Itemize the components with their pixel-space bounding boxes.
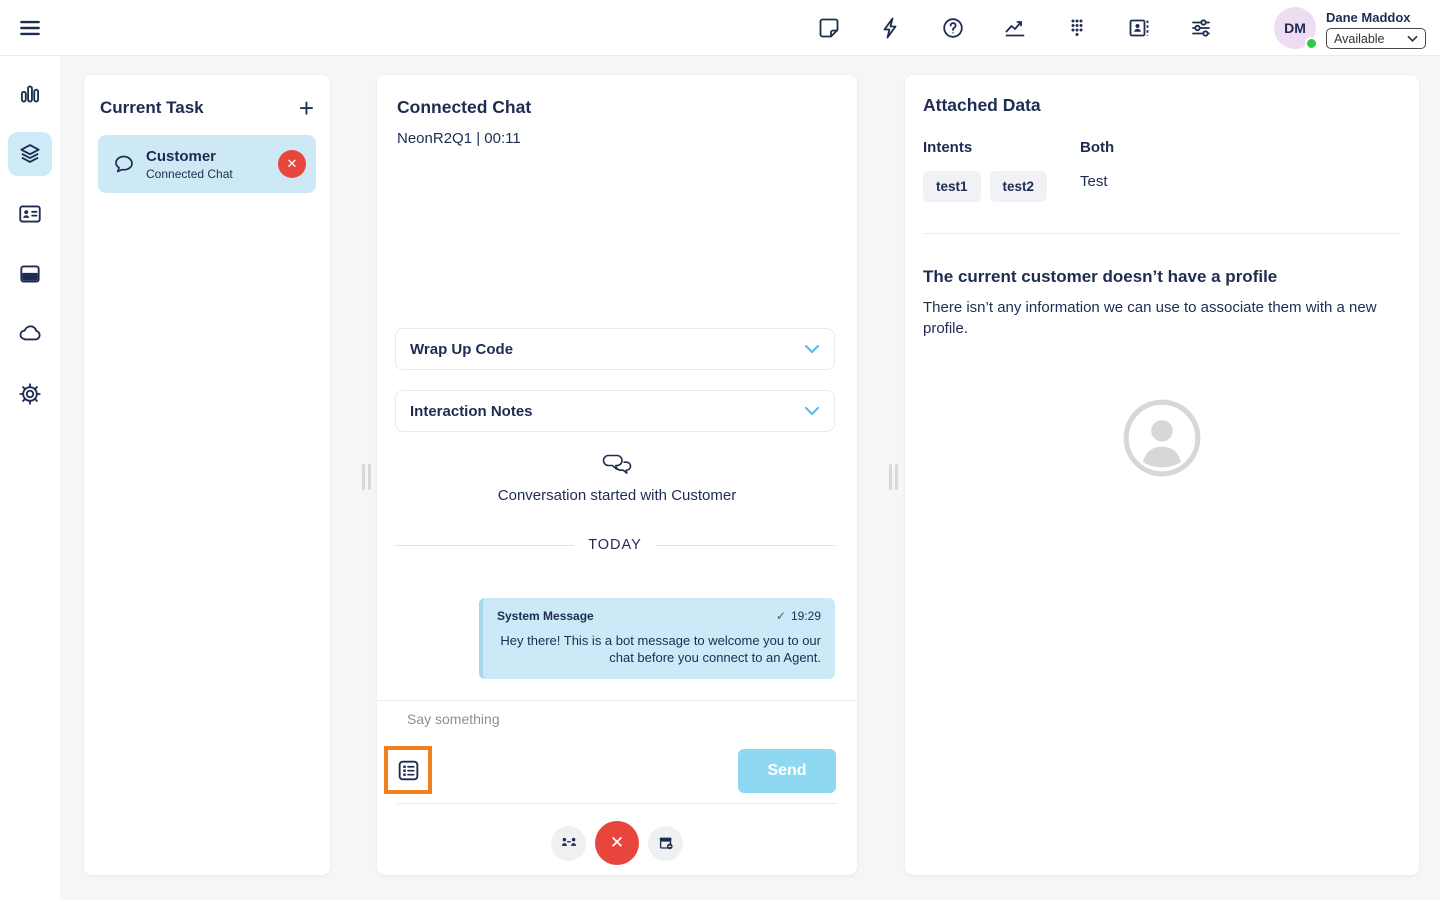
dialpad-icon[interactable] (1064, 15, 1090, 41)
interaction-notes-label: Interaction Notes (410, 402, 533, 420)
status-dot (1305, 37, 1318, 50)
chat-title: Connected Chat (397, 97, 532, 117)
wrap-up-code-accordion[interactable]: Wrap Up Code (395, 328, 835, 370)
close-icon: ✕ (609, 833, 625, 852)
interactions-layers-icon (20, 144, 40, 163)
task-card-customer[interactable]: Customer Connected Chat ✕ (98, 135, 316, 193)
activity-icon (20, 85, 40, 103)
system-message-bubble: System Message ✓ 19:29 Hey there! This i… (479, 598, 835, 680)
wrap-up-code-label: Wrap Up Code (410, 340, 514, 358)
conversation-started-text: Conversation started with Customer (497, 487, 737, 504)
add-task-button[interactable]: + (299, 95, 314, 121)
no-profile-text: There isn’t any information we can use t… (923, 299, 1377, 338)
sidebar-item-cloud[interactable] (8, 312, 52, 356)
task-type: Connected Chat (146, 166, 233, 181)
chevron-down-icon (804, 344, 820, 354)
chat-subtitle: NeonR2Q1 | 00:11 (397, 130, 521, 147)
preferences-icon[interactable] (1188, 15, 1214, 41)
cloud-icon (19, 325, 41, 341)
interaction-notes-accordion[interactable]: Interaction Notes (395, 390, 835, 432)
status-dropdown[interactable]: Available (1326, 28, 1426, 49)
current-task-title: Current Task (100, 98, 204, 117)
actions-divider (397, 803, 837, 804)
no-profile-title: The current customer doesn’t have a prof… (923, 267, 1278, 286)
attached-data-panel: Attached Data Intents test1 test2 Both T… (905, 75, 1419, 875)
attached-data-title: Attached Data (923, 95, 1041, 115)
note-icon[interactable] (816, 15, 842, 41)
chat-bubble-icon (115, 155, 133, 173)
sidebar-item-directory[interactable] (8, 192, 52, 236)
top-bar: DM Dane Maddox Available (0, 0, 1440, 56)
wrapup-button[interactable] (648, 825, 683, 861)
send-button[interactable]: Send (738, 749, 836, 793)
help-icon[interactable] (940, 15, 966, 41)
transfer-icon (561, 837, 576, 846)
gear-icon (19, 383, 41, 405)
wrapup-box-icon (659, 837, 673, 850)
sidebar-item-activity[interactable] (8, 72, 52, 116)
sidebar-item-interactions[interactable] (8, 132, 52, 176)
conversation-bubbles-icon (377, 453, 857, 479)
close-icon: ✕ (286, 156, 298, 171)
delivered-check-icon: ✓ (775, 609, 786, 623)
message-sender: System Message (497, 609, 594, 623)
lightning-icon[interactable] (878, 15, 904, 41)
empty-profile-icon (905, 397, 1419, 479)
avatar[interactable]: DM (1274, 7, 1318, 50)
chevron-down-icon (804, 406, 820, 416)
user-name: Dane Maddox (1326, 10, 1411, 25)
section-divider (923, 233, 1401, 234)
message-input[interactable] (407, 711, 807, 727)
intent-chip: test1 (923, 171, 981, 202)
intent-chip: test2 (989, 171, 1048, 202)
contacts-icon[interactable] (1126, 15, 1152, 41)
status-value: Available (1334, 31, 1385, 46)
annotation-highlight-box (384, 746, 432, 794)
avatar-initials: DM (1284, 20, 1306, 36)
canned-responses-icon (398, 760, 418, 780)
composer-divider (377, 700, 857, 701)
end-chat-button[interactable]: ✕ (595, 821, 639, 865)
day-divider: TODAY (395, 537, 835, 553)
chat-panel: Connected Chat NeonR2Q1 | 00:11 Wrap Up … (377, 75, 857, 875)
day-divider-label: TODAY (588, 537, 642, 553)
sidebar-item-apps[interactable] (8, 252, 52, 296)
apps-window-icon (20, 265, 40, 283)
both-label: Both (1080, 139, 1115, 156)
chevron-down-icon (1407, 35, 1418, 42)
intents-label: Intents (923, 139, 973, 156)
directory-card-icon (19, 205, 41, 223)
current-task-panel: Current Task + Customer Connected Chat ✕ (84, 75, 330, 875)
panel-resize-handle[interactable] (362, 464, 371, 490)
sidebar-item-settings[interactable] (8, 372, 52, 416)
menu-icon[interactable] (16, 14, 44, 42)
panel-resize-handle[interactable] (889, 464, 898, 490)
canned-responses-button[interactable] (393, 755, 423, 785)
performance-icon[interactable] (1002, 15, 1028, 41)
left-rail (0, 56, 60, 900)
both-value: Test (1080, 173, 1108, 190)
message-time: 19:29 (790, 609, 821, 623)
message-text: Hey there! This is a bot message to welc… (500, 633, 821, 666)
end-task-button[interactable]: ✕ (278, 150, 306, 178)
user-block: DM Dane Maddox Available (1274, 7, 1426, 50)
task-name: Customer (146, 147, 217, 165)
transfer-button[interactable] (551, 825, 586, 861)
